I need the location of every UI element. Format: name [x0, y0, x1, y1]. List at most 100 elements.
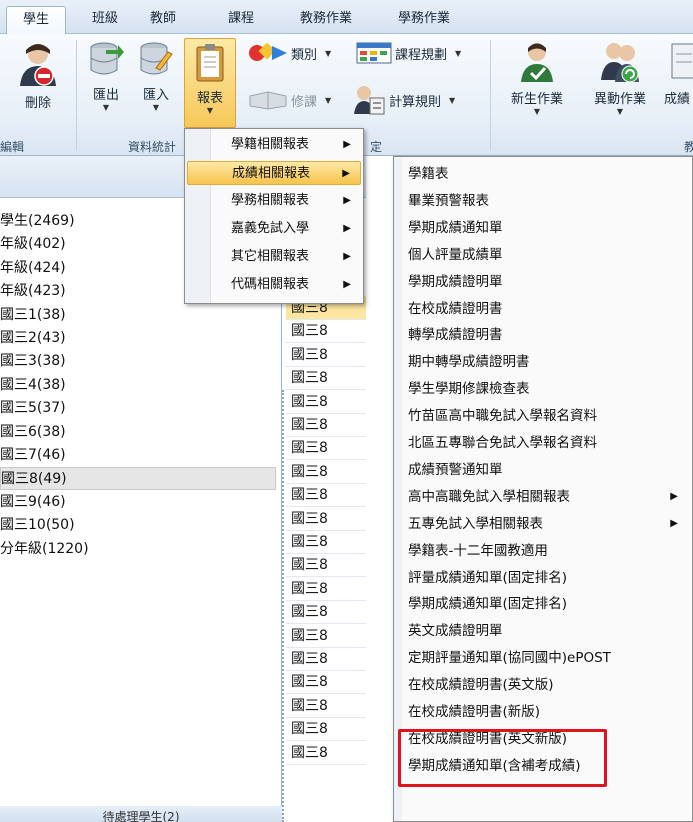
grade-button[interactable]: 成績 [664, 40, 693, 107]
tree-node[interactable]: 國三8(49) [0, 467, 276, 491]
submenu-arrow-icon: ▶ [670, 517, 678, 529]
import-button[interactable]: 匯入 ▼ [134, 40, 178, 113]
tab-student-affairs[interactable]: 學務作業 [384, 6, 464, 34]
pending-students-footer[interactable]: 待處理學生(2) [0, 806, 282, 822]
splitter-handle[interactable] [282, 390, 286, 822]
group-label-right: 教 [684, 140, 693, 154]
tree-node[interactable]: 國三2(43) [0, 327, 66, 350]
menu-item-label: 嘉義免試入學 [231, 221, 310, 236]
import-label: 匯入 [142, 88, 169, 103]
student-row-class[interactable]: 國三8 [286, 577, 366, 601]
grade-report-menu-item[interactable]: 評量成績通知單(固定排名) [408, 565, 688, 591]
report-menu-item[interactable]: 學務相關報表 ▶ [187, 189, 361, 213]
tree-node[interactable]: 年級(402) [0, 233, 66, 256]
tab-class[interactable]: 班級 [80, 6, 130, 34]
book-icon [249, 91, 287, 110]
calc-rule-button[interactable]: 計算規則 ▼ [352, 84, 455, 116]
new-student-button[interactable]: 新生作業 ▼ [498, 40, 576, 117]
report-menu-item[interactable]: 嘉義免試入學 ▶ [187, 217, 361, 241]
delete-button[interactable]: 刪除 [10, 40, 66, 111]
grade-report-menu-item[interactable]: 定期評量通知單(協同國中)ePOST [408, 645, 688, 671]
student-row-class[interactable]: 國三8 [286, 553, 366, 578]
tree-node[interactable]: 年級(423) [0, 280, 66, 303]
report-button[interactable]: 報表 ▼ [184, 38, 236, 128]
grade-report-menu-item[interactable]: 在校成績證明書(新版) [408, 699, 688, 725]
student-row-class[interactable]: 國三8 [286, 366, 366, 391]
grade-report-menu-item[interactable]: 個人評量成績單 [408, 242, 688, 268]
grade-report-menu-item[interactable]: 學籍表 [408, 161, 688, 187]
import-dropdown-icon: ▼ [152, 103, 160, 112]
grade-report-menu-item[interactable]: 在校成績證明書(英文版) [408, 672, 688, 698]
student-row-class[interactable]: 國三8 [286, 413, 366, 437]
grade-report-menu-item[interactable]: 北區五專聯合免試入學報名資料 [408, 430, 688, 456]
grade-report-menu-item[interactable]: 期中轉學成績證明書 [408, 349, 688, 375]
grade-report-menu-item[interactable]: 在校成績證明書 [408, 296, 688, 322]
grade-report-menu-item[interactable]: 高中高職免試入學相關報表 ▶ [408, 484, 688, 510]
tab-academic-affairs[interactable]: 教務作業 [286, 6, 366, 34]
user-check-icon [521, 43, 553, 82]
grade-report-menu-item[interactable]: 竹苗區高中職免試入學報名資料 [408, 403, 688, 429]
student-row-class[interactable]: 國三8 [286, 717, 366, 742]
grade-report-menu-item[interactable]: 學期成績證明單 [408, 269, 688, 295]
report-menu-item[interactable]: 成績相關報表 ▶ [187, 161, 361, 185]
student-row-class[interactable]: 國三8 [286, 343, 366, 367]
tree-node[interactable]: 國三9(46) [0, 491, 66, 514]
student-row-class[interactable]: 國三8 [286, 390, 366, 414]
new-student-dropdown-icon: ▼ [533, 107, 541, 116]
student-row-class[interactable]: 國三8 [286, 600, 366, 625]
tree-node[interactable]: 年級(424) [0, 257, 66, 280]
menu-item-label: 學生學期修課檢查表 [408, 381, 530, 398]
tree-node[interactable]: 國三10(50) [0, 514, 75, 537]
grade-report-menu-item[interactable]: 轉學成績證明書 [408, 322, 688, 348]
tab-teacher[interactable]: 教師 [138, 6, 188, 34]
grade-report-menu-item[interactable]: 學生學期修課檢查表 [408, 376, 688, 402]
student-row-class[interactable]: 國三8 [286, 694, 366, 718]
student-row-class[interactable]: 國三8 [286, 741, 366, 765]
tab-course[interactable]: 課程 [216, 6, 266, 34]
tree-node[interactable]: 國三6(38) [0, 421, 66, 444]
student-row-class[interactable]: 國三8 [286, 436, 366, 461]
student-row-class[interactable]: 國三8 [286, 647, 366, 671]
tree-node[interactable]: 國三3(38) [0, 350, 66, 373]
menu-item-label: 英文成績證明單 [408, 623, 503, 640]
transfer-button[interactable]: 異動作業 ▼ [580, 40, 660, 117]
report-menu-item[interactable]: 學籍相關報表 ▶ [187, 133, 361, 157]
student-row-class[interactable]: 國三8 [286, 624, 366, 648]
tree-node[interactable]: 國三1(38) [0, 304, 66, 327]
tree-node[interactable]: 學生(2469) [0, 210, 75, 233]
category-button[interactable]: 類別 ▼ [248, 42, 331, 64]
tab-student[interactable]: 學生 [6, 6, 66, 34]
menu-item-label: 成績相關報表 [232, 166, 311, 181]
grade-report-menu-item[interactable]: 畢業預警報表 [408, 188, 688, 214]
retake-button[interactable]: 修課 ▼ [248, 90, 331, 110]
export-button[interactable]: 匯出 ▼ [84, 40, 128, 113]
menu-item-label: 學籍表-十二年國教適用 [408, 542, 548, 559]
student-row-class[interactable]: 國三8 [286, 670, 366, 695]
tree-node[interactable]: 分年級(1220) [0, 538, 89, 561]
submenu-arrow-icon: ▶ [343, 139, 351, 150]
grade-sheet-icon [671, 43, 693, 79]
grade-report-menu-item[interactable]: 學籍表-十二年國教適用 [408, 538, 688, 564]
student-row-class[interactable]: 國三8 [286, 319, 366, 344]
grade-report-menu-item[interactable]: 英文成績證明單 [408, 618, 688, 644]
menu-item-label: 學期成績通知單(固定排名) [408, 596, 568, 613]
export-dropdown-icon: ▼ [102, 103, 110, 112]
grade-report-menu-item[interactable]: 學期成績通知單(固定排名) [408, 591, 688, 617]
student-row-class[interactable]: 國三8 [286, 507, 366, 531]
tree-node[interactable]: 國三4(38) [0, 374, 66, 397]
grade-report-menu-item[interactable]: 成績預警通知單 [408, 457, 688, 483]
course-plan-button[interactable]: 課程規劃 ▼ [356, 42, 461, 64]
report-menu-item[interactable]: 代碼相關報表 ▶ [187, 273, 361, 297]
grade-report-menu-item[interactable]: 學期成績通知單 [408, 215, 688, 241]
student-row-class[interactable]: 國三8 [286, 483, 366, 508]
grade-report-menu-item[interactable]: 五專免試入學相關報表 ▶ [408, 511, 688, 537]
submenu-arrow-icon: ▶ [343, 195, 351, 206]
student-row-class[interactable]: 國三8 [286, 530, 366, 554]
student-row-class[interactable]: 國三8 [286, 460, 366, 484]
tree-node[interactable]: 國三5(37) [0, 397, 66, 420]
menu-item-label: 竹苗區高中職免試入學報名資料 [408, 408, 597, 425]
report-menu-item[interactable]: 其它相關報表 ▶ [187, 245, 361, 269]
tree-node[interactable]: 國三7(46) [0, 444, 66, 467]
retake-dropdown-icon: ▼ [325, 95, 332, 105]
menu-item-label: 評量成績通知單(固定排名) [408, 569, 568, 586]
